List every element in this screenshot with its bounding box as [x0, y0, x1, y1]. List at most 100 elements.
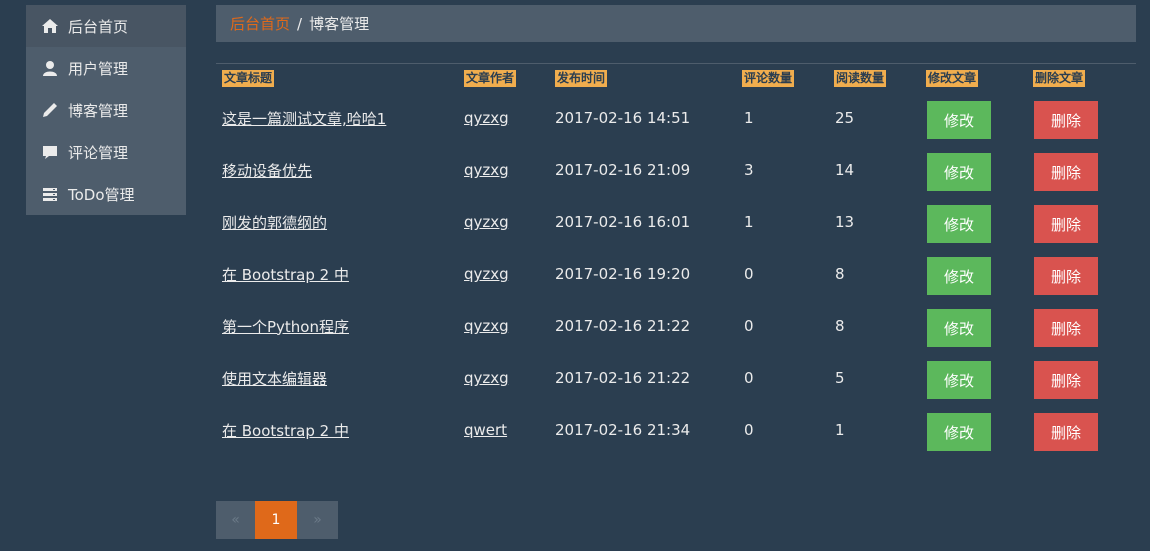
- article-author-link[interactable]: qyzxg: [464, 265, 509, 283]
- sidebar-item-label: 用户管理: [68, 59, 129, 78]
- author-cell: qyzxg: [464, 248, 509, 300]
- read-count: 5: [835, 369, 845, 387]
- pagination-prev-button[interactable]: «: [216, 501, 255, 539]
- article-author-link[interactable]: qwert: [464, 421, 507, 439]
- sidebar-item-label: ToDo管理: [68, 185, 135, 204]
- article-time: 2017-02-16 21:34: [555, 421, 691, 439]
- author-cell: qyzxg: [464, 300, 509, 352]
- delete-button[interactable]: 删除: [1034, 361, 1098, 399]
- edit-button[interactable]: 修改: [927, 153, 991, 191]
- breadcrumb-separator: /: [297, 14, 303, 33]
- read-count: 13: [835, 213, 855, 231]
- title-cell: 移动设备优先: [222, 144, 312, 196]
- sidebar-item-todo[interactable]: ToDo管理: [26, 173, 186, 215]
- edit-button[interactable]: 修改: [927, 309, 991, 347]
- table-row: 这是一篇测试文章,哈哈1 qyzxg 2017-02-16 14:51 1 25 修改 删除: [216, 92, 1136, 144]
- article-title-link[interactable]: 在 Bootstrap 2 中: [222, 264, 349, 285]
- read-count: 8: [835, 265, 845, 283]
- reads-cell: 8: [835, 300, 845, 352]
- header-edit: 修改文章: [926, 70, 979, 87]
- table-header: 文章标题 文章作者 发布时间 评论数量 阅读数量 修改文章 删除文章: [216, 64, 1136, 92]
- author-cell: qyzxg: [464, 196, 509, 248]
- sidebar-item-comments[interactable]: 评论管理: [26, 131, 186, 173]
- author-cell: qwert: [464, 404, 507, 456]
- comments-cell: 0: [744, 352, 754, 404]
- comments-cell: 1: [744, 196, 754, 248]
- edit-button[interactable]: 修改: [927, 413, 991, 451]
- sidebar-item-blogs[interactable]: 博客管理: [26, 89, 186, 131]
- article-author-link[interactable]: qyzxg: [464, 109, 509, 127]
- article-time: 2017-02-16 21:09: [555, 161, 691, 179]
- edit-button[interactable]: 修改: [927, 361, 991, 399]
- reads-cell: 1: [835, 404, 845, 456]
- title-cell: 使用文本编辑器: [222, 352, 327, 404]
- reads-cell: 13: [835, 196, 854, 248]
- delete-button[interactable]: 删除: [1034, 101, 1098, 139]
- comments-cell: 1: [744, 92, 754, 144]
- home-icon: [40, 17, 60, 35]
- article-title-link[interactable]: 这是一篇测试文章,哈哈1: [222, 108, 386, 129]
- time-cell: 2017-02-16 21:22: [555, 352, 690, 404]
- breadcrumb: 后台首页 / 博客管理: [216, 5, 1136, 42]
- comment-icon: [40, 143, 60, 161]
- article-author-link[interactable]: qyzxg: [464, 317, 509, 335]
- time-cell: 2017-02-16 21:22: [555, 300, 690, 352]
- article-title-link[interactable]: 刚发的郭德纲的: [222, 212, 327, 233]
- article-title-link[interactable]: 移动设备优先: [222, 160, 312, 181]
- edit-button[interactable]: 修改: [927, 101, 991, 139]
- sidebar-nav: 后台首页 用户管理 博客管理 评论管理 ToDo管理: [26, 5, 186, 215]
- table-row: 使用文本编辑器 qyzxg 2017-02-16 21:22 0 5 修改 删除: [216, 352, 1136, 404]
- delete-button[interactable]: 删除: [1034, 257, 1098, 295]
- delete-button[interactable]: 删除: [1034, 413, 1098, 451]
- read-count: 14: [835, 161, 855, 179]
- delete-button[interactable]: 删除: [1034, 309, 1098, 347]
- sidebar-item-users[interactable]: 用户管理: [26, 47, 186, 89]
- pagination-page-button[interactable]: 1: [255, 501, 297, 539]
- article-time: 2017-02-16 16:01: [555, 213, 691, 231]
- sidebar-item-label: 后台首页: [68, 17, 129, 36]
- table-row: 在 Bootstrap 2 中 qyzxg 2017-02-16 19:20 0 8 修改…: [216, 248, 1136, 300]
- edit-button[interactable]: 修改: [927, 205, 991, 243]
- reads-cell: 8: [835, 248, 845, 300]
- article-time: 2017-02-16 21:22: [555, 369, 691, 387]
- sidebar-item-label: 评论管理: [68, 143, 129, 162]
- header-title: 文章标题: [222, 70, 275, 87]
- edit-button[interactable]: 修改: [927, 257, 991, 295]
- time-cell: 2017-02-16 21:34: [555, 404, 690, 456]
- article-time: 2017-02-16 14:51: [555, 109, 691, 127]
- breadcrumb-home-link[interactable]: 后台首页: [230, 13, 290, 34]
- title-cell: 第一个Python程序: [222, 300, 349, 352]
- author-cell: qyzxg: [464, 352, 509, 404]
- article-author-link[interactable]: qyzxg: [464, 213, 509, 231]
- sidebar-item-label: 博客管理: [68, 101, 129, 120]
- article-title-link[interactable]: 在 Bootstrap 2 中: [222, 420, 349, 441]
- delete-button[interactable]: 删除: [1034, 153, 1098, 191]
- time-cell: 2017-02-16 21:09: [555, 144, 690, 196]
- comment-count: 0: [744, 317, 754, 335]
- breadcrumb-current: 博客管理: [309, 15, 370, 33]
- pagination-next-button[interactable]: »: [297, 501, 338, 539]
- header-delete: 删除文章: [1033, 70, 1086, 87]
- pencil-icon: [40, 101, 60, 119]
- title-cell: 这是一篇测试文章,哈哈1: [222, 92, 386, 144]
- title-cell: 刚发的郭德纲的: [222, 196, 327, 248]
- read-count: 1: [835, 421, 845, 439]
- sidebar-item-home[interactable]: 后台首页: [26, 5, 186, 47]
- article-title-link[interactable]: 第一个Python程序: [222, 316, 349, 337]
- table-row: 第一个Python程序 qyzxg 2017-02-16 21:22 0 8 修改 删除: [216, 300, 1136, 352]
- header-comments: 评论数量: [742, 70, 795, 87]
- author-cell: qyzxg: [464, 92, 509, 144]
- article-title-link[interactable]: 使用文本编辑器: [222, 368, 327, 389]
- article-author-link[interactable]: qyzxg: [464, 369, 509, 387]
- reads-cell: 25: [835, 92, 854, 144]
- reads-cell: 5: [835, 352, 845, 404]
- time-cell: 2017-02-16 19:20: [555, 248, 690, 300]
- server-icon: [40, 185, 60, 203]
- comments-cell: 0: [744, 248, 754, 300]
- author-cell: qyzxg: [464, 144, 509, 196]
- comment-count: 0: [744, 421, 754, 439]
- article-author-link[interactable]: qyzxg: [464, 161, 509, 179]
- comment-count: 1: [744, 213, 754, 231]
- delete-button[interactable]: 删除: [1034, 205, 1098, 243]
- reads-cell: 14: [835, 144, 854, 196]
